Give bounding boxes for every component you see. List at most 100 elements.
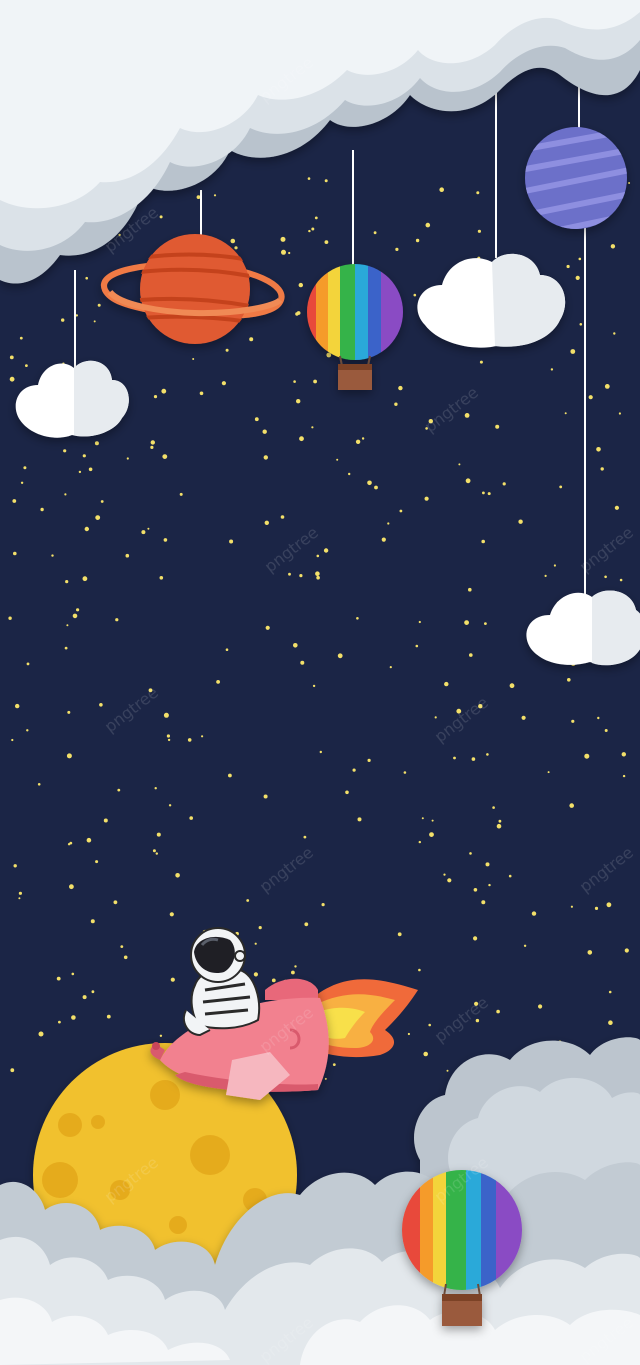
star (221, 381, 226, 386)
star (407, 1032, 410, 1036)
star (120, 945, 124, 948)
star (161, 388, 167, 394)
star (166, 734, 170, 738)
star (481, 900, 486, 905)
star (332, 1063, 336, 1066)
star (434, 716, 437, 719)
star (509, 683, 515, 689)
star (58, 1020, 61, 1024)
star (594, 906, 599, 911)
star (196, 195, 201, 200)
star (271, 978, 276, 983)
star (280, 515, 285, 519)
star (587, 950, 593, 955)
star (67, 710, 71, 714)
star (15, 703, 20, 709)
star (477, 229, 481, 233)
star (619, 578, 623, 582)
star (424, 496, 429, 501)
star (413, 293, 417, 297)
star (13, 864, 17, 868)
star (547, 771, 550, 774)
star (307, 177, 311, 180)
star (18, 897, 21, 900)
star (152, 849, 156, 853)
star (303, 835, 307, 839)
star (389, 666, 392, 669)
star (13, 551, 17, 556)
star (596, 447, 601, 452)
star (431, 819, 434, 822)
star (564, 412, 567, 415)
star (263, 794, 268, 799)
star (381, 537, 386, 542)
star (117, 788, 121, 792)
star (394, 402, 398, 406)
star (125, 553, 130, 558)
star (415, 238, 420, 243)
star (154, 787, 157, 790)
star (446, 1069, 449, 1072)
star (304, 922, 309, 927)
star (475, 1018, 480, 1023)
star (249, 337, 254, 342)
star (78, 470, 82, 474)
star (69, 884, 74, 890)
star (421, 817, 424, 820)
star (95, 860, 99, 864)
star (367, 480, 372, 486)
star (608, 1020, 613, 1025)
star (19, 336, 23, 340)
star (155, 852, 158, 855)
star (588, 395, 593, 400)
star (298, 282, 303, 288)
star (624, 948, 629, 953)
star (361, 437, 365, 440)
star (90, 919, 95, 924)
star (72, 613, 78, 619)
star (187, 738, 192, 742)
star (82, 576, 88, 582)
star (9, 376, 15, 382)
star (357, 817, 362, 822)
star (352, 768, 356, 772)
star (531, 911, 537, 916)
star (464, 413, 470, 418)
star (82, 454, 86, 458)
star (485, 862, 490, 867)
star (254, 942, 257, 945)
star (213, 194, 217, 197)
star (622, 774, 626, 778)
star (471, 757, 476, 761)
star (578, 257, 582, 261)
star (570, 349, 576, 354)
star (311, 426, 314, 429)
star (258, 926, 262, 930)
star (323, 548, 329, 553)
star (296, 311, 301, 315)
star (604, 384, 610, 389)
star (473, 888, 478, 892)
star (487, 492, 491, 496)
star (443, 873, 446, 876)
star (296, 399, 301, 404)
star (69, 841, 73, 845)
star (418, 840, 421, 844)
star (18, 891, 22, 895)
star (66, 753, 72, 759)
star (262, 429, 267, 434)
star (482, 491, 485, 495)
star (319, 750, 322, 754)
star (23, 466, 27, 470)
star (265, 625, 270, 630)
star (502, 482, 506, 486)
star (71, 1015, 76, 1020)
star (321, 903, 325, 907)
illustration (0, 0, 640, 1365)
star (355, 439, 361, 444)
star (179, 492, 183, 496)
star (141, 530, 146, 535)
star (168, 804, 172, 807)
star (288, 251, 291, 255)
star (11, 738, 14, 742)
